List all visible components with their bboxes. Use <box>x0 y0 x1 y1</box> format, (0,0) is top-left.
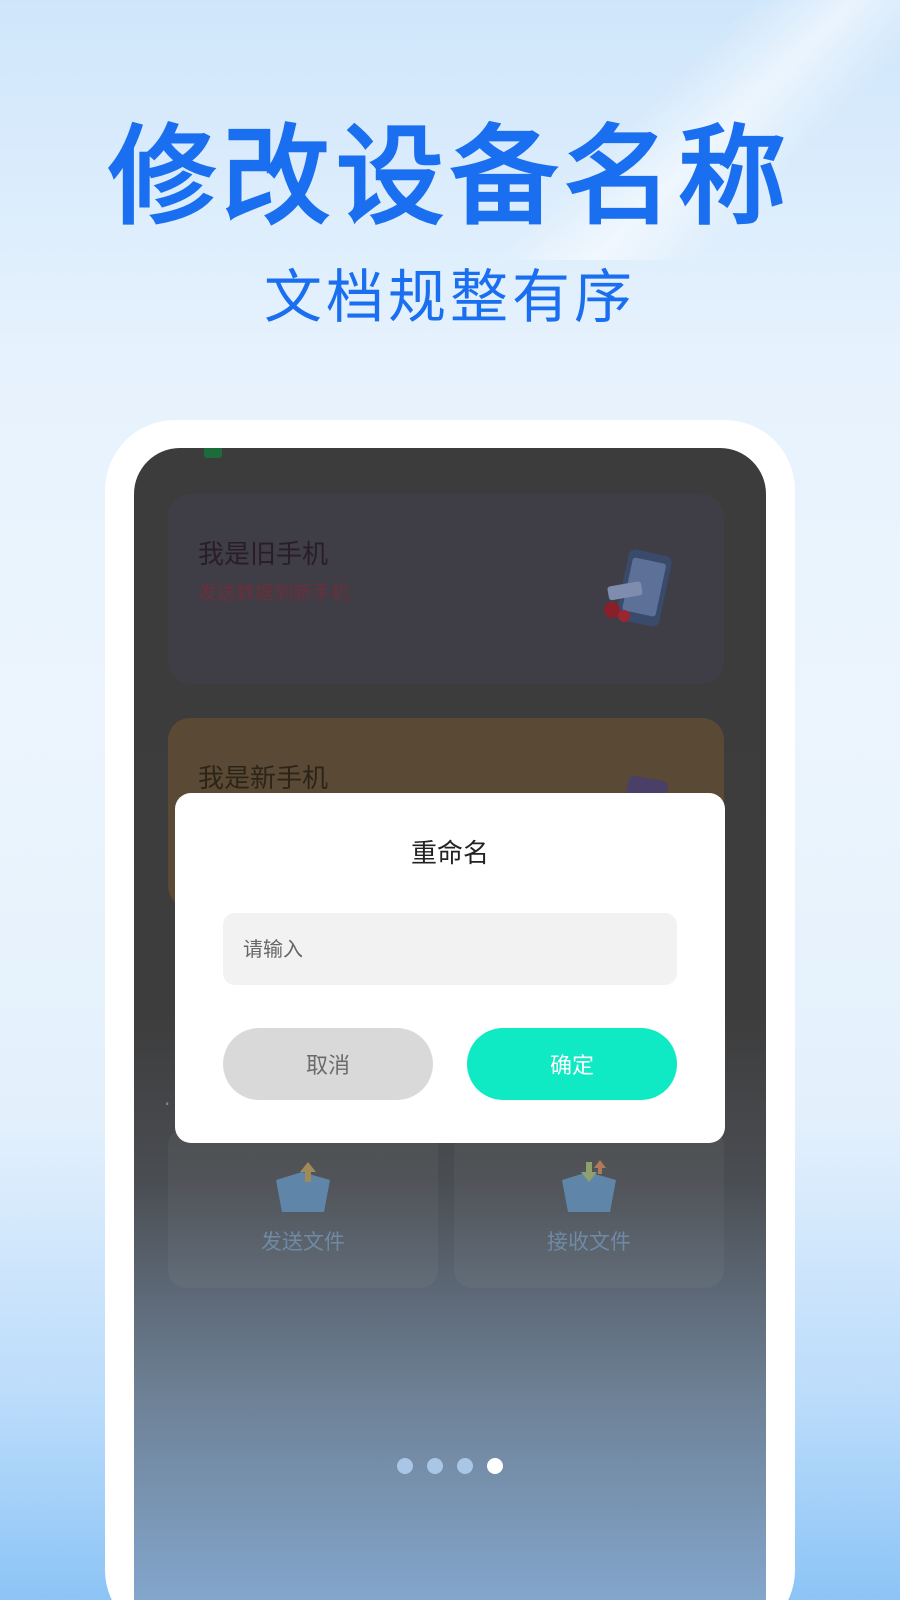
clipped-header <box>204 448 404 458</box>
rename-input[interactable] <box>223 913 677 985</box>
dialog-title: 重命名 <box>410 839 489 869</box>
receive-file-label: 接收文件 <box>547 1230 631 1254</box>
old-phone-card-title: 我是旧手机 <box>198 540 329 570</box>
send-file-icon <box>276 1162 330 1212</box>
clipped-section-mark: · <box>164 1092 171 1116</box>
new-phone-card-title: 我是新手机 <box>198 764 329 794</box>
old-phone-card[interactable]: 我是旧手机 发送数据到新手机 <box>168 494 724 684</box>
receive-file-icon <box>562 1160 616 1212</box>
rename-dialog: 重命名 取消 确定 <box>175 793 725 1143</box>
old-phone-card-subtitle: 发送数据到新手机 <box>198 582 351 604</box>
file-actions: 发送文件 接收文件 <box>168 1128 724 1288</box>
cancel-button[interactable]: 取消 <box>223 1028 433 1100</box>
page-dot[interactable] <box>487 1458 503 1474</box>
promo-subline: 文档规整有序 <box>263 263 636 331</box>
receive-file-tile[interactable]: 接收文件 <box>454 1128 724 1288</box>
header-icon <box>204 448 222 458</box>
send-file-label: 发送文件 <box>261 1230 345 1254</box>
send-file-tile[interactable]: 发送文件 <box>168 1128 438 1288</box>
page-dot[interactable] <box>427 1458 443 1474</box>
confirm-button[interactable]: 确定 <box>467 1028 677 1100</box>
promo-headline: 修改设备名称 <box>107 115 792 240</box>
page-dot[interactable] <box>457 1458 473 1474</box>
old-phone-illustration-icon <box>604 549 672 627</box>
page-dot[interactable] <box>397 1458 413 1474</box>
page-indicator <box>0 1458 900 1478</box>
